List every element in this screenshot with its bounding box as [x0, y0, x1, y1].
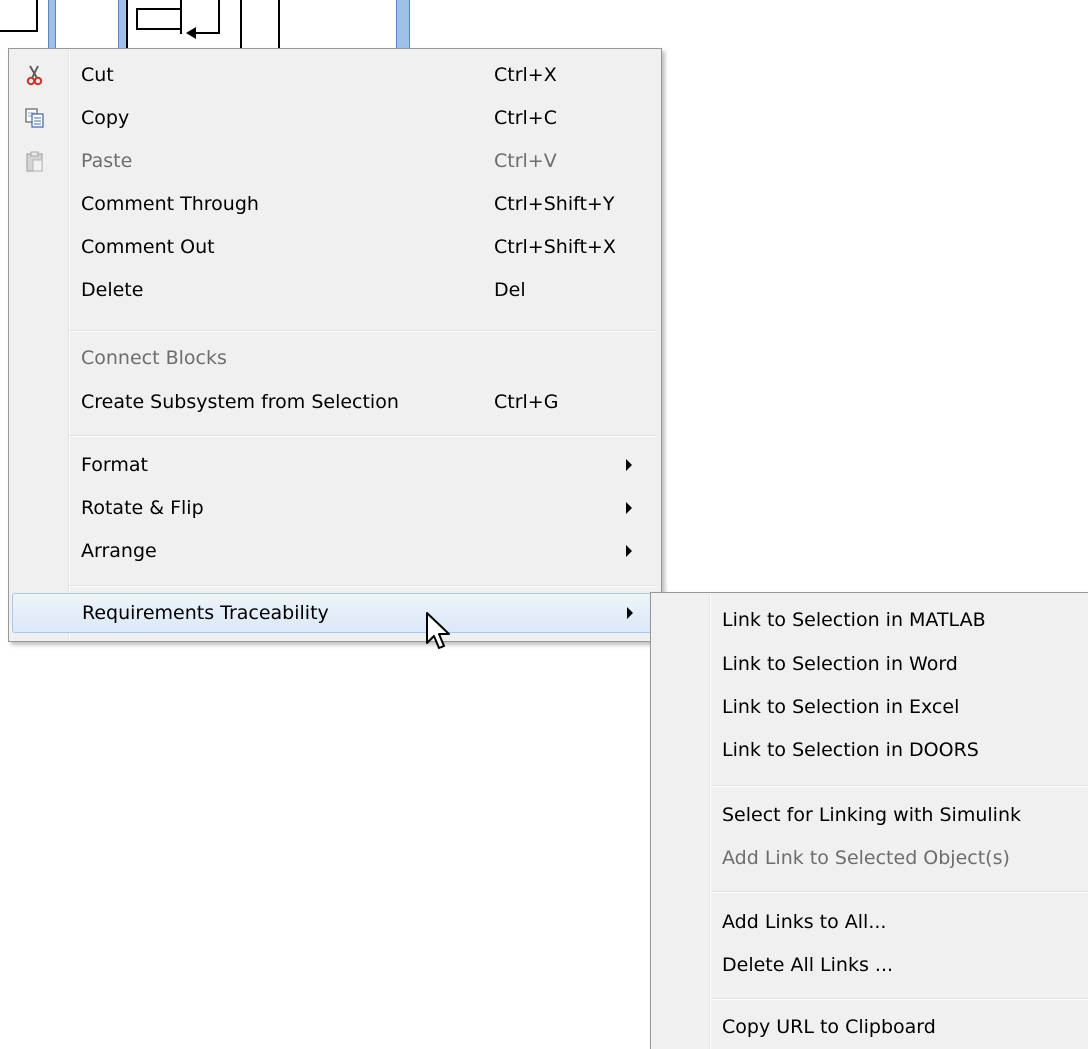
menu-separator — [711, 891, 1088, 893]
screen: Cut Ctrl+X Copy Ctrl+C Paste Ctrl+V Comm… — [0, 0, 1088, 1049]
submenu-item-link-matlab[interactable]: Link to Selection in MATLAB — [654, 600, 1088, 640]
menu-item-label: Connect Blocks — [81, 347, 227, 369]
menu-item-shortcut: Ctrl+V — [494, 150, 557, 172]
signal-line — [180, 0, 182, 34]
menu-item-label: Arrange — [81, 540, 157, 562]
model-canvas[interactable] — [0, 0, 700, 50]
menu-item-create-subsystem[interactable]: Create Subsystem from Selection Ctrl+G — [12, 382, 658, 422]
signal-line — [196, 32, 220, 34]
menu-item-label: Link to Selection in MATLAB — [722, 609, 986, 631]
menu-item-connect-blocks[interactable]: Connect Blocks — [12, 338, 658, 378]
submenu-requirements-traceability: Link to Selection in MATLAB Link to Sele… — [650, 592, 1088, 1049]
signal-line — [218, 0, 220, 34]
signal-line — [240, 0, 242, 48]
block-edge — [126, 0, 128, 48]
menu-item-requirements-traceability[interactable]: Requirements Traceability — [12, 593, 658, 633]
menu-item-arrange[interactable]: Arrange — [12, 531, 658, 571]
menu-item-cut[interactable]: Cut Ctrl+X — [12, 55, 658, 95]
menu-item-shortcut: Ctrl+C — [494, 107, 557, 129]
menu-item-shortcut: Ctrl+G — [494, 391, 559, 413]
submenu-item-link-excel[interactable]: Link to Selection in Excel — [654, 687, 1088, 727]
menu-item-label: Format — [81, 454, 148, 476]
menu-item-label: Paste — [81, 150, 133, 172]
block-edge — [36, 0, 38, 32]
menu-item-label: Select for Linking with Simulink — [722, 804, 1021, 826]
submenu-arrow-icon — [626, 502, 632, 514]
diagram-block[interactable] — [136, 8, 182, 30]
menu-item-paste[interactable]: Paste Ctrl+V — [12, 141, 658, 181]
submenu-item-copy-url[interactable]: Copy URL to Clipboard — [654, 1007, 1088, 1047]
menu-item-shortcut: Ctrl+Shift+X — [494, 236, 616, 258]
menu-item-label: Create Subsystem from Selection — [81, 391, 399, 413]
selection-highlight — [48, 0, 56, 48]
scissors-icon — [24, 64, 46, 86]
menu-item-comment-through[interactable]: Comment Through Ctrl+Shift+Y — [12, 184, 658, 224]
menu-separator — [711, 998, 1088, 1000]
menu-item-label: Add Links to All... — [722, 911, 887, 933]
menu-item-rotate-flip[interactable]: Rotate & Flip — [12, 488, 658, 528]
arrowhead-icon — [186, 27, 196, 39]
menu-item-shortcut: Ctrl+Shift+Y — [494, 193, 615, 215]
menu-item-format[interactable]: Format — [12, 445, 658, 485]
menu-item-delete[interactable]: Delete Del — [12, 270, 658, 310]
submenu-item-link-doors[interactable]: Link to Selection in DOORS — [654, 730, 1088, 770]
submenu-item-delete-all-links[interactable]: Delete All Links ... — [654, 945, 1088, 985]
submenu-item-add-link-selected[interactable]: Add Link to Selected Object(s) — [654, 838, 1088, 878]
submenu-item-select-for-linking[interactable]: Select for Linking with Simulink — [654, 795, 1088, 835]
menu-item-label: Cut — [81, 64, 114, 86]
context-menu: Cut Ctrl+X Copy Ctrl+C Paste Ctrl+V Comm… — [8, 48, 662, 642]
selection-highlight — [396, 0, 410, 48]
menu-item-label: Link to Selection in Excel — [722, 696, 960, 718]
menu-item-label: Link to Selection in Word — [722, 653, 958, 675]
submenu-arrow-icon — [627, 607, 633, 619]
submenu-item-add-links-all[interactable]: Add Links to All... — [654, 902, 1088, 942]
paste-icon — [24, 150, 46, 172]
menu-item-comment-out[interactable]: Comment Out Ctrl+Shift+X — [12, 227, 658, 267]
menu-separator — [69, 585, 657, 587]
menu-item-shortcut: Del — [494, 279, 526, 301]
menu-item-shortcut: Ctrl+X — [494, 64, 557, 86]
block-edge — [0, 30, 36, 32]
signal-line — [278, 0, 280, 48]
menu-item-label: Copy — [81, 107, 130, 129]
menu-item-label: Link to Selection in DOORS — [722, 739, 979, 761]
menu-item-label: Add Link to Selected Object(s) — [722, 847, 1010, 869]
menu-item-label: Rotate & Flip — [81, 497, 204, 519]
menu-item-copy[interactable]: Copy Ctrl+C — [12, 98, 658, 138]
menu-item-label: Delete All Links ... — [722, 954, 894, 976]
menu-separator — [69, 330, 657, 332]
menu-item-label: Comment Through — [81, 193, 259, 215]
menu-item-label: Comment Out — [81, 236, 215, 258]
menu-item-label: Requirements Traceability — [82, 602, 329, 624]
menu-item-label: Delete — [81, 279, 144, 301]
menu-separator — [69, 435, 657, 437]
copy-icon — [24, 107, 46, 129]
menu-item-label: Copy URL to Clipboard — [722, 1016, 936, 1038]
menu-separator — [711, 785, 1088, 787]
submenu-arrow-icon — [626, 459, 632, 471]
submenu-arrow-icon — [626, 545, 632, 557]
mouse-pointer-icon — [425, 611, 455, 655]
submenu-item-link-word[interactable]: Link to Selection in Word — [654, 644, 1088, 684]
